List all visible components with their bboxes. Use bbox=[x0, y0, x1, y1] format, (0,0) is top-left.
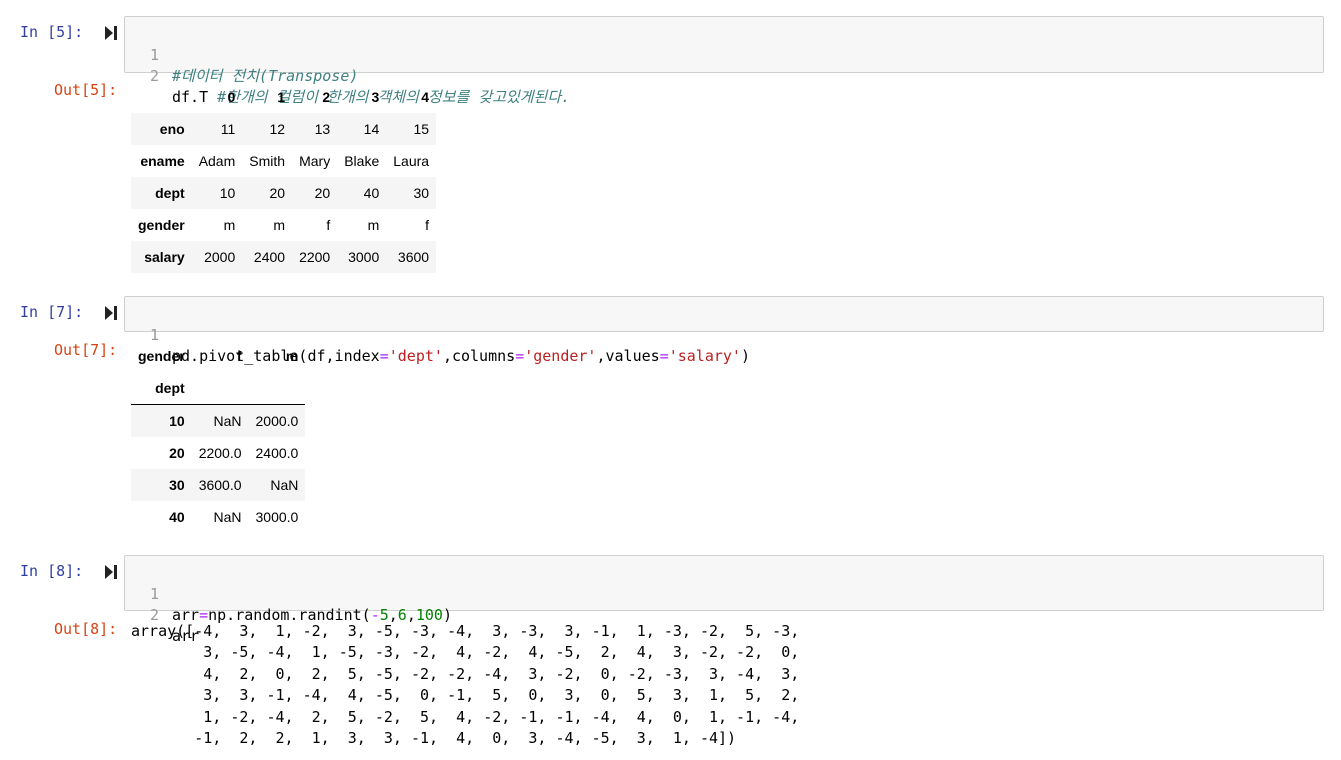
table-cell: Blake bbox=[344, 153, 380, 169]
table-cell: 2000 bbox=[204, 249, 236, 265]
array-output: array([-4, 3, 1, -2, 3, -5, -3, -4, 3, -… bbox=[131, 622, 800, 748]
out-prompt-8: Out[8]: bbox=[54, 620, 118, 638]
table-cell: 12 bbox=[269, 121, 286, 137]
row-label: eno bbox=[159, 121, 185, 137]
out-prompt-5: Out[5]: bbox=[54, 81, 118, 99]
code-token: ,columns bbox=[442, 347, 516, 365]
table-cell: 2400 bbox=[253, 249, 286, 265]
table-cell: 20 bbox=[269, 185, 286, 201]
table-cell: Adam bbox=[198, 153, 236, 169]
table-cell: 3600.0 bbox=[198, 477, 242, 493]
code-cell-7[interactable]: 1 pd.pivot_table(df,index='dept',columns… bbox=[124, 296, 1324, 365]
code-line: 2 arr bbox=[125, 584, 1323, 645]
table-cell: f bbox=[326, 217, 331, 233]
table-cell: m bbox=[367, 217, 380, 233]
table-row: dept 10 20 20 40 30 bbox=[131, 177, 437, 209]
out-prompt-7: Out[7]: bbox=[54, 341, 118, 359]
row-label: ename bbox=[140, 153, 185, 169]
table-cell: 40 bbox=[363, 185, 380, 201]
run-cell-icon[interactable] bbox=[104, 305, 118, 321]
in-prompt-8: In [8]: bbox=[20, 562, 84, 580]
code-token: 'salary' bbox=[668, 347, 741, 365]
columns-name-row: gender f m bbox=[131, 340, 305, 372]
row-label: dept bbox=[155, 185, 185, 201]
table-header-cell: 3 bbox=[371, 89, 380, 105]
table-header-cell: 0 bbox=[227, 89, 236, 105]
code-token: 'gender' bbox=[524, 347, 597, 365]
transpose-dataframe: 0 1 2 3 4 eno 11 12 13 14 15 ename Adam … bbox=[131, 81, 437, 273]
row-label: 10 bbox=[169, 413, 185, 429]
table-cell: 2200.0 bbox=[198, 445, 242, 461]
table-cell: Mary bbox=[299, 153, 331, 169]
columns-name-label: gender bbox=[138, 348, 185, 364]
table-row: ename Adam Smith Mary Blake Laura bbox=[131, 145, 436, 177]
code-line: 2 df.T #한개의 컬럼이 한개의 객체의 정보를 갖고있게된다. bbox=[125, 45, 1323, 106]
table-cell: Smith bbox=[249, 153, 286, 169]
code-cell-8[interactable]: 1 arr=np.random.randint(-5,6,100) 2 arr bbox=[124, 555, 1324, 645]
row-label: gender bbox=[138, 217, 185, 233]
in-prompt-7: In [7]: bbox=[20, 303, 84, 321]
row-label: 30 bbox=[169, 477, 185, 493]
code-token: = bbox=[515, 347, 525, 365]
code-token: = bbox=[379, 347, 389, 365]
table-row: eno 11 12 13 14 15 bbox=[131, 113, 437, 145]
table-row: 40 NaN 3000.0 bbox=[131, 501, 305, 533]
index-name-label: dept bbox=[155, 380, 185, 396]
table-row: gender m m f m f bbox=[131, 209, 436, 241]
table-cell: f bbox=[425, 217, 430, 233]
code-line: 1 pd.pivot_table(df,index='dept',columns… bbox=[125, 304, 1323, 365]
table-cell: NaN bbox=[213, 413, 242, 429]
code-token: 'dept' bbox=[388, 347, 443, 365]
code-cell-5[interactable]: 1 #데이터 전치(Transpose) 2 df.T #한개의 컬럼이 한개의… bbox=[124, 16, 1324, 106]
table-cell: Laura bbox=[393, 153, 430, 169]
index-name-row: dept bbox=[131, 372, 306, 405]
table-cell: NaN bbox=[270, 477, 299, 493]
table-header-cell: f bbox=[236, 348, 242, 364]
run-cell-icon[interactable] bbox=[104, 564, 118, 580]
table-header-cell: 2 bbox=[322, 89, 331, 105]
table-cell: 20 bbox=[314, 185, 331, 201]
table-row: salary 2000 2400 2200 3000 3600 bbox=[131, 241, 437, 273]
table-cell: 11 bbox=[220, 121, 236, 137]
table-header-cell: m bbox=[285, 348, 299, 364]
code-token: ,values bbox=[596, 347, 660, 365]
table-cell: 30 bbox=[413, 185, 430, 201]
code-token: ) bbox=[740, 347, 750, 365]
table-header-cell bbox=[131, 81, 192, 113]
table-cell: 3000 bbox=[348, 249, 380, 265]
empty-header-cell bbox=[192, 372, 249, 405]
table-cell: m bbox=[273, 217, 286, 233]
table-cell: 2200 bbox=[299, 249, 331, 265]
row-label: 20 bbox=[169, 445, 185, 461]
table-cell: m bbox=[223, 217, 236, 233]
table-cell: 3000.0 bbox=[255, 509, 299, 525]
table-cell: 2000.0 bbox=[255, 413, 299, 429]
table-cell: NaN bbox=[213, 509, 242, 525]
row-label: 40 bbox=[169, 509, 185, 525]
pivot-table-dataframe: gender f m dept 10 NaN 2000.0 20 2200.0 … bbox=[131, 340, 306, 533]
table-cell: 3600 bbox=[397, 249, 430, 265]
table-cell: 13 bbox=[314, 121, 331, 137]
table-row: 20 2200.0 2400.0 bbox=[131, 437, 305, 469]
row-label: salary bbox=[144, 249, 185, 265]
code-line: 1 arr=np.random.randint(-5,6,100) bbox=[125, 563, 1323, 624]
table-cell: 2400.0 bbox=[255, 445, 299, 461]
table-cell: 10 bbox=[219, 185, 236, 201]
run-cell-icon[interactable] bbox=[104, 25, 118, 41]
table-cell: 15 bbox=[413, 121, 430, 137]
code-line: 1 #데이터 전치(Transpose) bbox=[125, 24, 1323, 85]
table-row: 30 3600.0 NaN bbox=[131, 469, 306, 501]
table-cell: 14 bbox=[363, 121, 380, 137]
code-token: = bbox=[659, 347, 669, 365]
in-prompt-5: In [5]: bbox=[20, 23, 84, 41]
empty-header-cell bbox=[249, 372, 306, 405]
table-row: 10 NaN 2000.0 bbox=[131, 404, 306, 437]
table-header-cell: 4 bbox=[421, 89, 430, 105]
table-header-cell: 1 bbox=[277, 89, 286, 105]
